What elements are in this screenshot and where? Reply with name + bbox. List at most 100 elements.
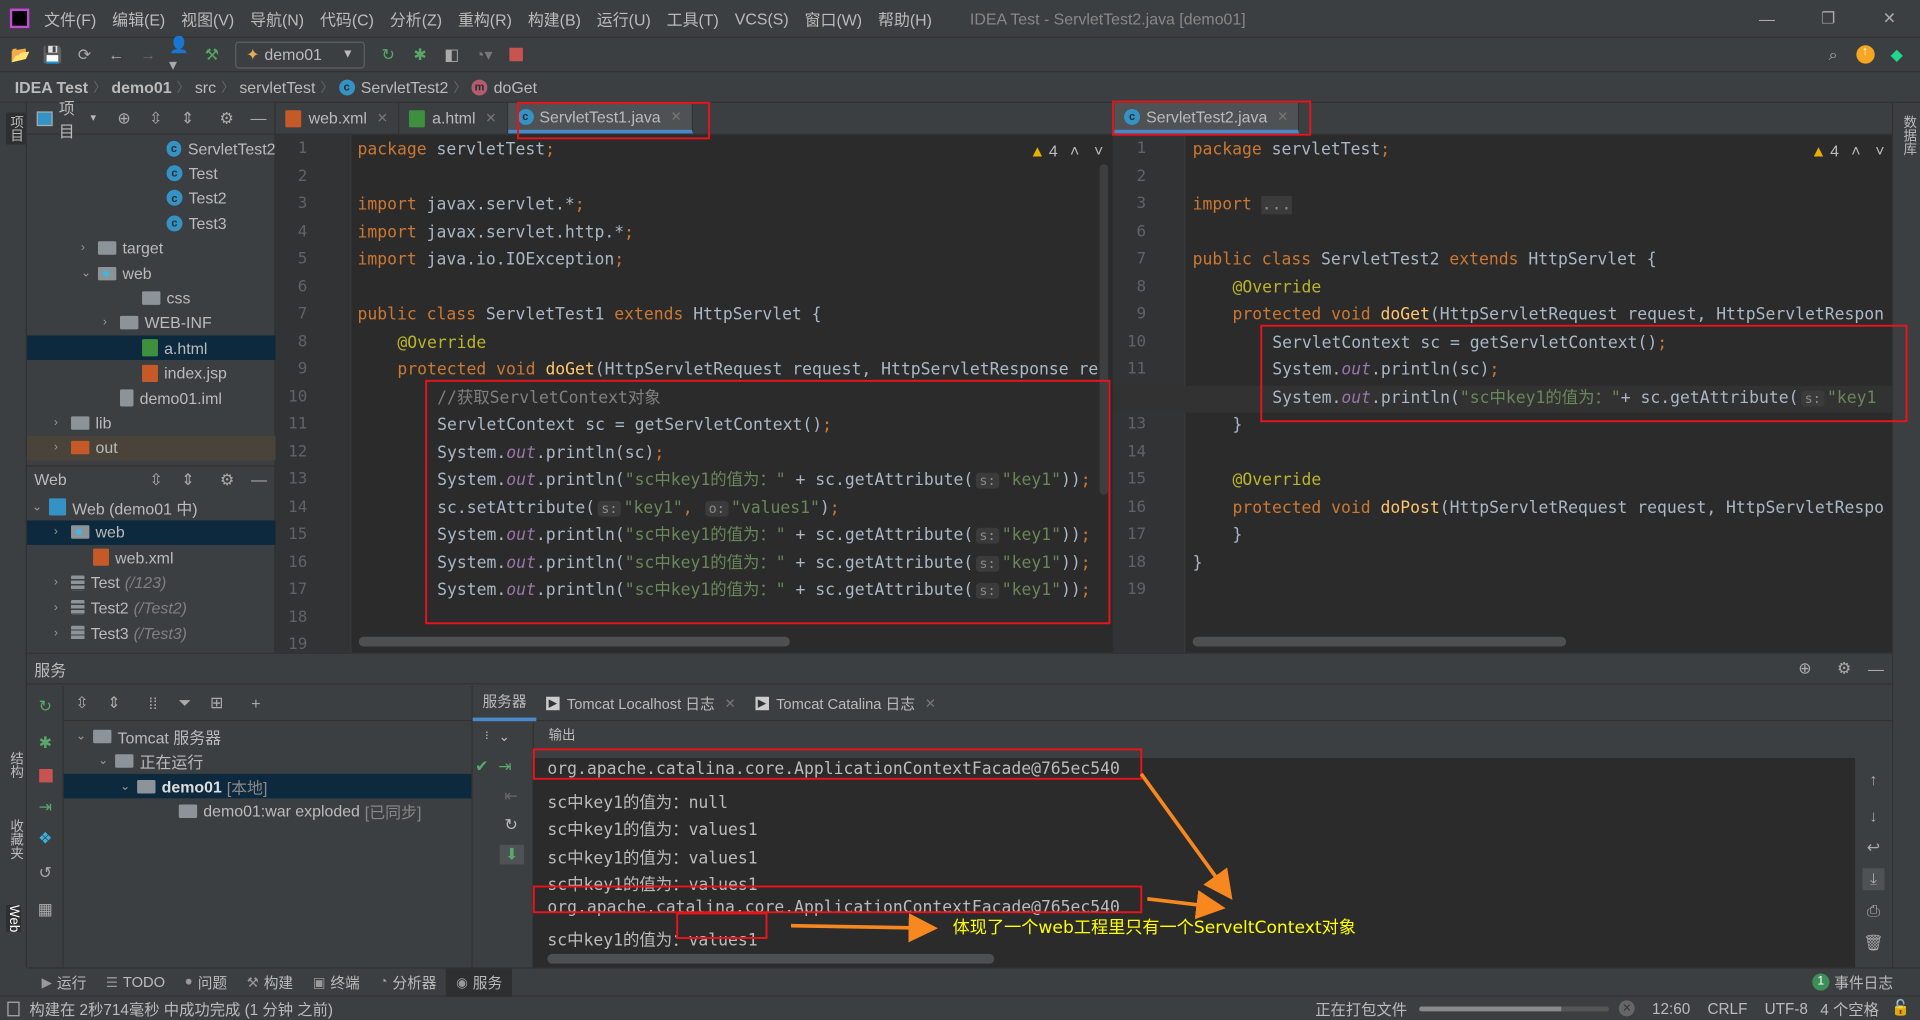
chevron-down-icon[interactable]: ⌄: [32, 500, 49, 513]
tool-window-favorites[interactable]: 收藏夹: [6, 819, 26, 859]
code-line[interactable]: import javax.servlet.*;: [358, 192, 585, 219]
down-icon[interactable]: ↓: [1862, 804, 1884, 826]
filter-icon[interactable]: ⏷: [174, 692, 196, 714]
menu-item[interactable]: 导航(N): [250, 7, 304, 30]
breadcrumb-item[interactable]: demo01: [111, 78, 171, 96]
forward-icon[interactable]: →: [137, 43, 159, 65]
locate-icon[interactable]: ⊕: [113, 107, 135, 129]
tree-item[interactable]: ⌄ Web (demo01 中): [27, 495, 276, 519]
status-toggle-icon[interactable]: [7, 1001, 20, 1016]
code-line[interactable]: @Override: [1232, 468, 1321, 495]
breadcrumb-item[interactable]: doGet: [494, 78, 537, 96]
save-icon[interactable]: 💾: [42, 43, 64, 65]
hide-icon[interactable]: —: [247, 107, 269, 129]
warnings-indicator[interactable]: ▲ 4 ˄ ˅: [1811, 142, 1885, 160]
editor-tab[interactable]: a.html ✕: [399, 102, 508, 134]
hide-icon[interactable]: —: [1865, 658, 1887, 680]
event-log-button[interactable]: 1 事件日志: [1812, 972, 1893, 993]
next-highlight-icon[interactable]: ˅: [1875, 142, 1884, 160]
settings-gear-icon[interactable]: ⚙: [216, 107, 238, 129]
code-line[interactable]: protected void doGet(HttpServletRequest …: [1232, 302, 1884, 329]
code-line[interactable]: import java.io.IOException;: [358, 247, 625, 274]
code-line[interactable]: protected void doPost(HttpServletRequest…: [1232, 495, 1884, 522]
tool-window-services[interactable]: ◉ 服务: [446, 967, 512, 997]
warnings-indicator[interactable]: ▲ 4 ˄ ˅: [1029, 142, 1103, 160]
tool-window-terminal[interactable]: ▣ 终端: [303, 968, 370, 996]
caret-position[interactable]: 12:60: [1652, 1000, 1690, 1017]
code-line[interactable]: protected void doGet(HttpServletRequest …: [397, 358, 1108, 385]
tool-window-profiler[interactable]: ◔ 分析器: [370, 968, 447, 996]
close-tab-icon[interactable]: ✕: [724, 695, 735, 711]
menu-item[interactable]: 文件(F): [44, 7, 96, 30]
expand-all-icon[interactable]: ⇳: [145, 107, 167, 129]
code-line[interactable]: @Override: [1232, 275, 1321, 302]
lock-icon[interactable]: 🔓: [1891, 999, 1910, 1017]
artifact-icon[interactable]: ❖: [34, 828, 56, 850]
tree-item[interactable]: › Test (/123): [27, 570, 276, 594]
code-line[interactable]: public class ServletTest1 extends HttpSe…: [358, 302, 822, 329]
tree-item[interactable]: › out: [26, 435, 276, 461]
chevron-right-icon[interactable]: ›: [54, 441, 71, 454]
editor-servlettest1[interactable]: web.xml ✕ a.html ✕ c ServletTest1.java ✕ 1 pack…: [275, 102, 1115, 654]
code-line[interactable]: }: [1193, 550, 1203, 577]
tool-window-todo[interactable]: ☰ TODO: [96, 968, 175, 996]
open-icon[interactable]: 📂: [10, 43, 32, 65]
tool-window-database[interactable]: 数据库: [1899, 115, 1919, 155]
editor-tab[interactable]: c ServletTest2.java ✕: [1114, 102, 1300, 134]
tree-item[interactable]: a.html: [26, 335, 276, 361]
globe-icon[interactable]: ⊕: [1794, 658, 1816, 680]
prev-highlight-icon[interactable]: ˄: [1070, 142, 1079, 160]
line-separator[interactable]: CRLF: [1707, 1000, 1747, 1017]
close-tab-icon[interactable]: ✕: [485, 110, 496, 126]
rerun-icon[interactable]: ↻: [34, 696, 56, 718]
menu-item[interactable]: 编辑(E): [112, 7, 165, 30]
stop-icon[interactable]: [504, 43, 526, 65]
hide-icon[interactable]: —: [248, 468, 270, 490]
close-tab-icon[interactable]: ✕: [925, 695, 936, 711]
code-line[interactable]: ServletContext sc = getServletContext();: [1272, 330, 1667, 357]
menu-item[interactable]: 视图(V): [181, 7, 234, 30]
menu-item[interactable]: 运行(U): [597, 7, 651, 30]
tree-item[interactable]: c Test2: [27, 186, 276, 210]
editor-tab[interactable]: web.xml ✕: [276, 102, 400, 134]
breadcrumb-item[interactable]: servletTest: [239, 78, 315, 96]
debug-icon[interactable]: ✱: [409, 43, 431, 65]
deploy-icon[interactable]: ⇥: [498, 757, 511, 777]
up-icon[interactable]: ↑: [1862, 768, 1884, 790]
expand-all-icon[interactable]: ⇳: [145, 468, 167, 490]
tool-window-structure[interactable]: 结构: [6, 752, 26, 779]
clear-icon[interactable]: 🗑: [1862, 932, 1884, 954]
search-icon[interactable]: ⌕: [1822, 43, 1844, 65]
indent-setting[interactable]: 4 个空格: [1820, 997, 1879, 1020]
soft-wrap-icon[interactable]: ↩: [1862, 836, 1884, 858]
code-line[interactable]: System.out.println("sc中key1的值为：" + sc.ge…: [437, 578, 1090, 605]
scroll-end-icon[interactable]: ⤓: [1862, 868, 1885, 891]
chevron-right-icon[interactable]: ›: [103, 316, 120, 329]
chevron-right-icon[interactable]: ›: [54, 601, 71, 614]
services-tab[interactable]: ▶ Tomcat Localhost 日志 ✕: [536, 685, 745, 721]
menu-item[interactable]: 分析(Z): [390, 7, 442, 30]
menu-item[interactable]: VCS(S): [735, 9, 789, 27]
new-tab-icon[interactable]: ⊞: [206, 692, 228, 714]
background-task-label[interactable]: 正在打包文件: [1315, 997, 1407, 1020]
chevron-down-icon[interactable]: ⌄: [120, 779, 137, 792]
settings-gear-icon[interactable]: ⚙: [1833, 658, 1855, 680]
next-highlight-icon[interactable]: ˅: [1094, 142, 1103, 160]
tree-item[interactable]: demo01:war exploded [已同步]: [64, 799, 472, 823]
tool-window-problems[interactable]: ● 问题: [175, 968, 237, 996]
close-tab-icon[interactable]: ✕: [670, 108, 681, 125]
tree-item[interactable]: c Test: [27, 161, 276, 185]
code-line[interactable]: ServletContext sc = getServletContext();: [437, 413, 832, 440]
code-line[interactable]: System.out.println("sc中key1的值为：" + sc.ge…: [437, 468, 1090, 495]
code-line[interactable]: @Override: [397, 330, 486, 357]
code-line[interactable]: System.out.println(sc);: [1272, 358, 1499, 385]
tree-item[interactable]: index.jsp: [27, 361, 276, 385]
tree-item[interactable]: › Test2 (/Test2): [27, 596, 276, 620]
user-icon[interactable]: 👤▾: [169, 35, 191, 73]
tree-item[interactable]: › lib: [27, 411, 276, 435]
tree-item[interactable]: › WEB-INF: [27, 311, 276, 335]
expand-all-icon[interactable]: ⇳: [71, 692, 93, 714]
code-line[interactable]: import ...: [1193, 192, 1292, 219]
minimize-button[interactable]: —: [1756, 7, 1778, 29]
code-line[interactable]: }: [1232, 523, 1242, 550]
